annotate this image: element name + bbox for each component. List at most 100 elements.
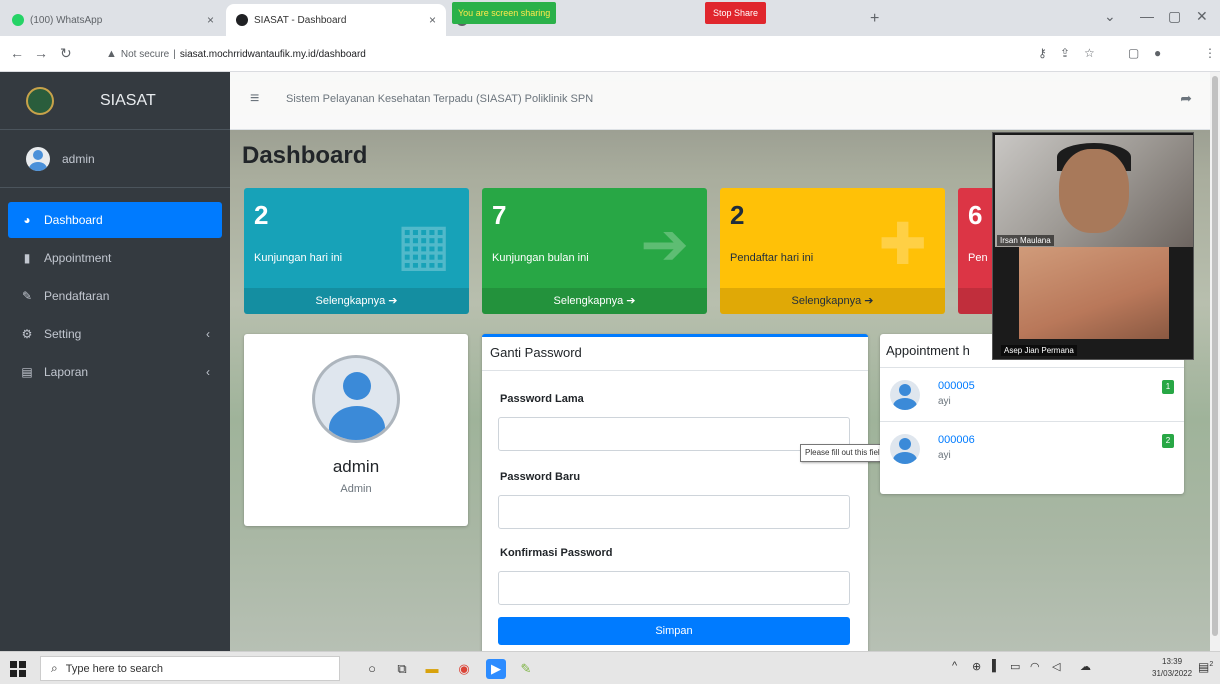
user-panel[interactable]: admin (0, 130, 230, 188)
stat-box-visits-month: 7 Kunjungan bulan ini ➔ Selengkapnya ➔ (482, 188, 707, 314)
url-separator: | (173, 48, 176, 60)
video-call-overlay[interactable]: Irsan Maulana Asep Jian Permana (992, 132, 1194, 360)
file-icon: ▮ (23, 251, 31, 265)
more-info-link[interactable]: Selengkapnya ➔ (244, 288, 469, 314)
taskbar-search[interactable]: ⌕ Type here to search (40, 656, 340, 681)
paint-icon[interactable]: ✎ (516, 659, 536, 679)
back-icon[interactable]: ← (10, 45, 24, 61)
menu-icon[interactable]: ⋮ (1204, 46, 1216, 60)
appointment-code[interactable]: 000006 (938, 434, 975, 446)
wifi-icon[interactable]: ◠ (1030, 660, 1040, 673)
stat-value: 6 (968, 200, 983, 230)
network-icon[interactable]: ⊕ (972, 660, 981, 673)
patient-name: ayi (938, 450, 951, 461)
page-scrollbar[interactable] (1210, 72, 1220, 651)
patient-name: ayi (938, 396, 951, 407)
url-field[interactable]: ▲ Not secure | siasat.mochrridwantaufik.… (106, 42, 1006, 66)
zoom-icon[interactable]: ▶ (486, 659, 506, 679)
minimize-button[interactable]: — (1140, 8, 1154, 24)
participant-name: Asep Jian Permana (1001, 345, 1077, 356)
stop-share-button[interactable]: Stop Share (705, 2, 767, 24)
chevron-down-icon[interactable]: ⌄ (1104, 8, 1116, 25)
sidepanel-icon[interactable]: ▢ (1128, 46, 1139, 60)
sidebar-item-pendaftaran[interactable]: ✎ Pendaftaran (8, 278, 222, 314)
url-text: siasat.mochrridwantaufik.my.id/dashboard (179, 48, 366, 60)
clock-time: 13:39 (1162, 657, 1183, 666)
star-icon[interactable]: ☆ (1084, 46, 1095, 60)
stat-label: Pendaftar hari ini (730, 252, 814, 264)
close-icon[interactable]: × (429, 13, 436, 27)
profile-avatar (312, 355, 400, 443)
hospital-icon: ▦ (396, 212, 451, 277)
sidebar-item-setting[interactable]: ⚙ Setting ‹ (8, 316, 222, 352)
share-icon[interactable]: ⇪ (1060, 46, 1070, 60)
chevron-up-icon[interactable]: ^ (952, 660, 957, 672)
warning-icon[interactable]: ▲ (106, 48, 117, 60)
profile-icon[interactable]: ● (1154, 46, 1161, 60)
windows-taskbar: ⌕ Type here to search ○ ⧉ ▬ ◉ ▶ ✎ ^ ⊕ ▌ … (0, 651, 1220, 684)
close-icon[interactable]: × (207, 13, 214, 27)
list-item[interactable]: 000006 ayi 2 (880, 424, 1184, 476)
old-password-label: Password Lama (500, 393, 584, 405)
chrome-icon[interactable]: ◉ (454, 659, 474, 679)
search-icon: ⌕ (51, 661, 58, 675)
brand[interactable]: SIASAT (0, 72, 230, 130)
pen-icon[interactable]: ▌ (992, 660, 1000, 672)
old-password-input[interactable] (498, 417, 850, 451)
browser-tab-siasat[interactable]: SIASAT - Dashboard × (226, 4, 446, 36)
user-plus-icon: ✚ (878, 212, 927, 277)
edit-icon: ✎ (21, 289, 33, 303)
list-item[interactable]: 000005 ayi 1 (880, 370, 1184, 422)
more-info-label: Selengkapnya (791, 295, 862, 307)
site-icon (236, 14, 248, 26)
reload-icon[interactable]: ↻ (60, 45, 72, 62)
stat-value: 2 (254, 200, 269, 230)
clock-date: 31/03/2022 (1152, 669, 1193, 678)
more-info-link[interactable]: Selengkapnya ➔ (482, 288, 707, 314)
cortana-icon[interactable]: ○ (362, 659, 382, 679)
new-password-input[interactable] (498, 495, 850, 529)
onedrive-icon[interactable]: ☁ (1080, 660, 1091, 673)
new-tab-button[interactable]: + (870, 10, 879, 28)
change-password-card: Ganti Password Password Lama Password Ba… (482, 334, 868, 651)
battery-icon[interactable]: ▭ (1010, 660, 1020, 673)
share-arrow-icon[interactable]: ➦ (1180, 90, 1192, 107)
volume-icon[interactable]: ◁ (1052, 660, 1060, 673)
sidebar-item-label: Pendaftaran (44, 289, 110, 303)
address-bar: ← → ↻ ▲ Not secure | siasat.mochrridwant… (0, 36, 1220, 72)
video-tile (1019, 247, 1169, 339)
sidebar-item-dashboard[interactable]: ◕ Dashboard (8, 202, 222, 238)
arrow-circle-right-icon: ➔ (388, 295, 398, 307)
more-info-link[interactable]: Selengkapnya ➔ (720, 288, 945, 314)
hamburger-menu-icon[interactable]: ≡ (250, 90, 259, 108)
file-explorer-icon[interactable]: ▬ (422, 659, 442, 679)
stat-label: Pen (968, 252, 988, 264)
scrollbar-thumb[interactable] (1212, 76, 1218, 636)
sidebar-item-laporan[interactable]: ▤ Laporan ‹ (8, 354, 222, 390)
screen-share-text: You are screen sharing (458, 8, 551, 18)
save-button[interactable]: Simpan (498, 617, 850, 645)
browser-tab-whatsapp[interactable]: (100) WhatsApp × (2, 4, 224, 36)
appointment-code[interactable]: 000005 (938, 380, 975, 392)
maximize-button[interactable]: ▢ (1168, 8, 1181, 25)
card-title: Ganti Password (482, 337, 868, 371)
avatar-body (329, 406, 385, 440)
windows-start-icon[interactable] (10, 661, 26, 677)
sign-in-icon: ➔ (640, 212, 689, 277)
user-avatar-icon (890, 434, 920, 464)
forward-icon[interactable]: → (34, 45, 48, 61)
arrow-circle-right-icon: ➔ (626, 295, 636, 307)
close-window-button[interactable]: ✕ (1196, 8, 1208, 25)
logo-icon (26, 86, 54, 115)
task-view-icon[interactable]: ⧉ (392, 659, 412, 679)
whatsapp-icon (12, 14, 24, 26)
chevron-left-icon: ‹ (206, 365, 210, 379)
notification-icon[interactable]: ▤2 (1198, 660, 1213, 674)
sidebar-item-appointment[interactable]: ▮ Appointment (8, 240, 222, 276)
browser-tab-bar: (100) WhatsApp × SIASAT - Dashboard × M … (0, 0, 1220, 36)
key-icon[interactable]: ⚷ (1038, 46, 1047, 60)
system-clock[interactable]: 13:39 31/03/2022 (1152, 656, 1192, 680)
user-avatar-icon (890, 380, 920, 410)
brand-name: SIASAT (100, 91, 156, 109)
confirm-password-input[interactable] (498, 571, 850, 605)
